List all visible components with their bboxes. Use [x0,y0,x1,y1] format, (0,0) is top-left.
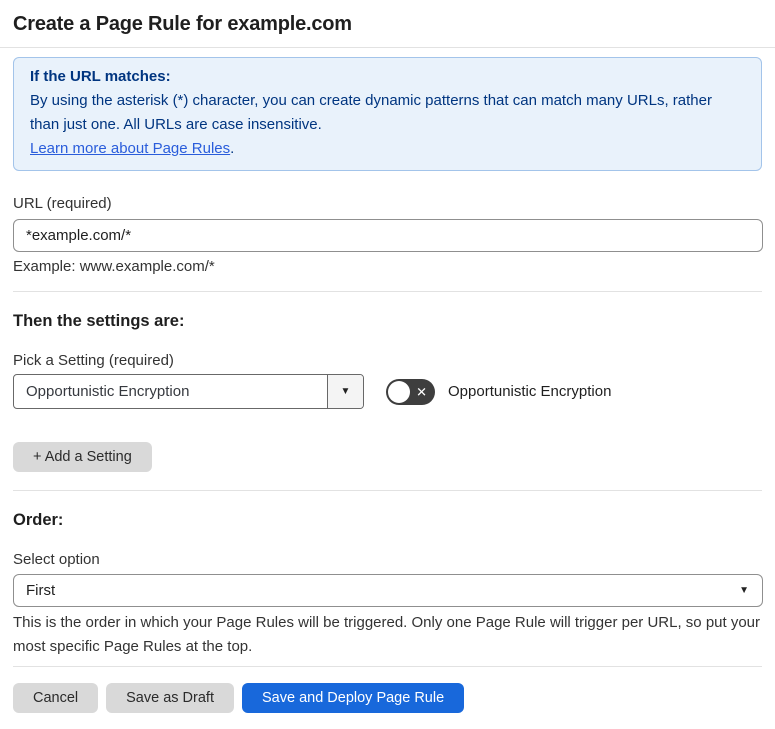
info-box-link-line: Learn more about Page Rules. [30,137,745,161]
order-helper-text: This is the order in which your Page Rul… [13,614,761,655]
order-section-heading: Order: [13,511,64,529]
toggle-label: Opportunistic Encryption [448,383,612,400]
setting-dropdown-value[interactable]: Opportunistic Encryption [14,375,327,408]
toggle-off-x-icon: ✕ [416,384,427,399]
order-dropdown[interactable]: First ▼ [13,574,763,607]
setting-dropdown[interactable]: Opportunistic Encryption ▼ [13,374,364,409]
chevron-down-icon: ▼ [340,385,351,397]
footer-button-row: Cancel Save as Draft Save and Deploy Pag… [13,683,762,713]
add-setting-button[interactable]: + Add a Setting [13,442,152,472]
info-box-body: By using the asterisk (*) character, you… [30,92,712,133]
url-example-helper: Example: www.example.com/* [13,258,215,275]
order-select-label: Select option [13,551,100,568]
url-matches-info-box: If the URL matches: By using the asteris… [13,57,762,171]
url-section-divider [13,291,762,292]
info-box-heading: If the URL matches: [30,68,171,85]
setting-dropdown-arrow-button[interactable]: ▼ [327,375,363,408]
save-and-deploy-button[interactable]: Save and Deploy Page Rule [241,683,465,713]
order-dropdown-value: First [26,582,56,599]
save-as-draft-button[interactable]: Save as Draft [106,683,234,713]
opportunistic-encryption-toggle[interactable]: ✕ [386,378,435,405]
learn-more-link[interactable]: Learn more about Page Rules [30,140,230,157]
url-input[interactable] [13,219,763,252]
page-title: Create a Page Rule for example.com [13,13,352,35]
cancel-button[interactable]: Cancel [13,683,99,713]
title-divider [0,47,775,48]
toggle-knob [388,380,410,403]
chevron-down-icon: ▼ [739,584,749,596]
url-field-label: URL (required) [13,195,112,212]
link-period: . [230,140,235,157]
footer-divider [13,666,762,667]
settings-section-divider [13,490,762,491]
pick-setting-label: Pick a Setting (required) [13,352,174,369]
settings-section-heading: Then the settings are: [13,312,185,330]
setting-row: Opportunistic Encryption ▼ ✕ Opportunist… [13,374,762,409]
